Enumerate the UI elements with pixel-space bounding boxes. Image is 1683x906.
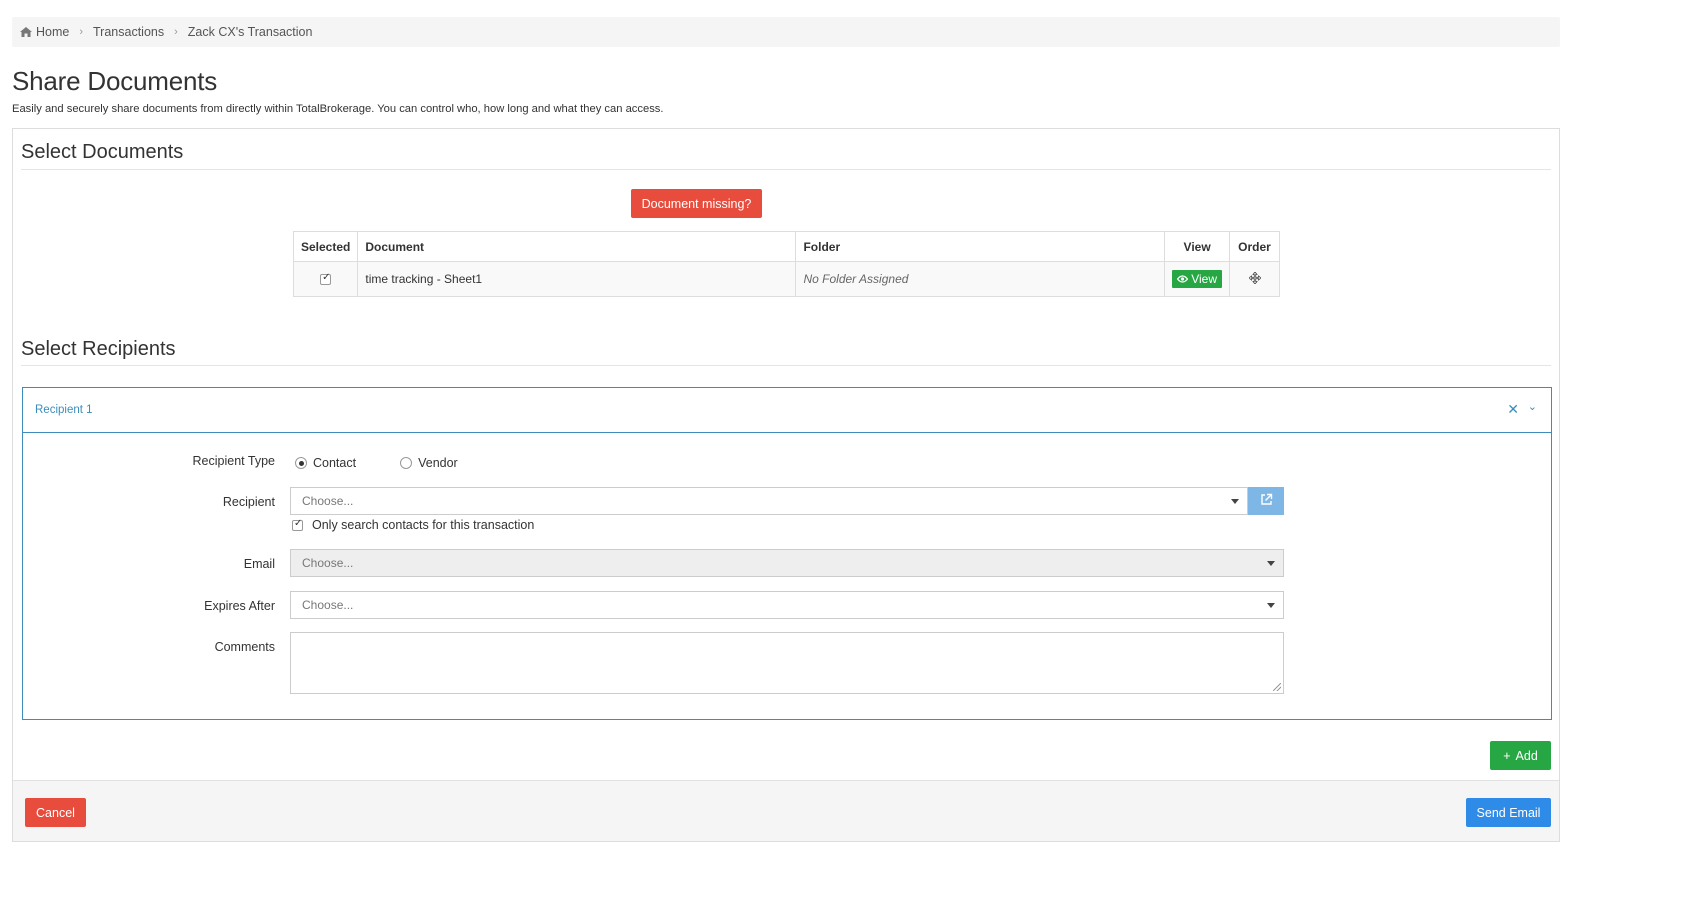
expires-after-value: Choose... [302, 598, 354, 612]
selected-cell [292, 261, 359, 297]
document-missing-button[interactable]: Document missing? [631, 189, 762, 218]
comments-textarea[interactable] [290, 632, 1284, 694]
documents-table: Selected Document Folder View Order time… [292, 231, 1280, 297]
breadcrumb-home[interactable]: Home [20, 25, 69, 40]
chevron-right-icon: › [174, 26, 178, 38]
send-email-button[interactable]: Send Email [1466, 798, 1551, 827]
email-select[interactable]: Choose... [290, 549, 1284, 577]
column-header-view: View [1164, 231, 1231, 262]
cancel-button[interactable]: Cancel [25, 798, 86, 827]
breadcrumb-home-label: Home [36, 24, 70, 39]
breadcrumb: Home › Transactions › Zack CX's Transact… [12, 17, 1560, 47]
recipient-type-radios: Contact Vendor [295, 456, 458, 470]
recipient-select-value: Choose... [302, 494, 354, 508]
table-row: time tracking - Sheet1 No Folder Assigne… [292, 261, 1280, 297]
share-panel: Select Documents Document missing? Selec… [12, 128, 1560, 842]
home-icon [20, 26, 32, 40]
recipient-card-header[interactable]: Recipient 1 ✕ ⌄ [23, 388, 1551, 433]
contact-radio-label: Contact [313, 456, 357, 470]
add-recipient-button[interactable]: + Add [1490, 741, 1551, 770]
comments-label: Comments [214, 640, 275, 654]
view-document-button[interactable]: View [1172, 270, 1223, 288]
column-header-folder: Folder [795, 231, 1166, 262]
view-cell: View [1164, 261, 1231, 297]
vendor-radio-label: Vendor [418, 456, 458, 470]
recipient-label: Recipient [222, 495, 275, 509]
chevron-right-icon: › [79, 26, 84, 38]
column-header-selected: Selected [292, 231, 359, 262]
document-name-cell: time tracking - Sheet1 [357, 261, 797, 297]
plus-icon: + [1503, 748, 1511, 763]
only-search-option: Only search contacts for this transactio… [292, 518, 534, 532]
panel-footer: Cancel Send Email [13, 780, 1559, 841]
breadcrumb-transactions[interactable]: Transactions [93, 25, 164, 39]
close-icon[interactable]: ✕ [1507, 401, 1519, 418]
table-header-row: Selected Document Folder View Order [292, 231, 1280, 262]
document-select-checkbox[interactable] [320, 272, 332, 286]
section-divider [21, 365, 1551, 366]
folder-cell: No Folder Assigned [795, 261, 1166, 297]
recipient-card: Recipient 1 ✕ ⌄ Recipient Type Contact V… [22, 387, 1552, 720]
recipient-select[interactable]: Choose... [290, 487, 1248, 515]
select-recipients-heading: Select Recipients [21, 338, 176, 360]
view-button-label: View [1191, 272, 1218, 286]
order-cell [1229, 261, 1280, 297]
column-header-document: Document [357, 231, 797, 262]
expires-after-label: Expires After [204, 599, 275, 613]
external-link-icon [1260, 493, 1273, 509]
expires-after-select[interactable]: Choose... [290, 591, 1284, 619]
caret-down-icon [1267, 603, 1275, 608]
resize-handle[interactable] [1273, 683, 1281, 691]
only-search-checkbox[interactable] [292, 518, 303, 531]
caret-down-icon [1231, 499, 1239, 504]
add-button-label: Add [1515, 748, 1538, 763]
eye-icon [1176, 272, 1189, 286]
breadcrumb-current: Zack CX's Transaction [187, 25, 313, 39]
only-search-label: Only search contacts for this transactio… [312, 518, 535, 532]
chevron-down-icon[interactable]: ⌄ [1528, 400, 1537, 413]
recipient-card-title: Recipient 1 [35, 404, 93, 416]
email-label: Email [243, 557, 275, 571]
external-link-button[interactable] [1248, 487, 1284, 515]
caret-down-icon [1267, 561, 1275, 566]
select-documents-heading: Select Documents [21, 141, 184, 163]
email-select-value: Choose... [302, 556, 354, 570]
page-subtitle: Easily and securely share documents from… [12, 103, 664, 115]
contact-radio[interactable] [295, 457, 307, 469]
move-icon[interactable] [1247, 270, 1262, 287]
page-title: Share Documents [12, 66, 218, 96]
vendor-radio[interactable] [400, 457, 413, 469]
recipient-type-label: Recipient Type [192, 454, 275, 468]
column-header-order: Order [1229, 231, 1280, 262]
section-divider [21, 169, 1551, 170]
